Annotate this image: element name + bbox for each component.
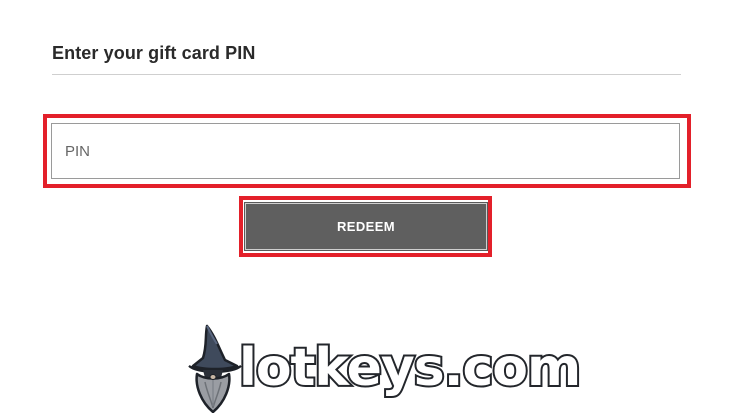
wizard-icon: [188, 324, 242, 413]
page-title: Enter your gift card PIN: [52, 43, 256, 63]
pin-input[interactable]: [51, 123, 680, 179]
title-divider: [52, 74, 681, 75]
redeem-button[interactable]: REDEEM: [244, 202, 488, 251]
site-logo: lotkeys.com: [183, 322, 583, 413]
logo-text: lotkeys.com: [237, 338, 583, 398]
gift-card-page: Enter your gift card PIN REDEEM lotkeys.…: [0, 0, 735, 413]
